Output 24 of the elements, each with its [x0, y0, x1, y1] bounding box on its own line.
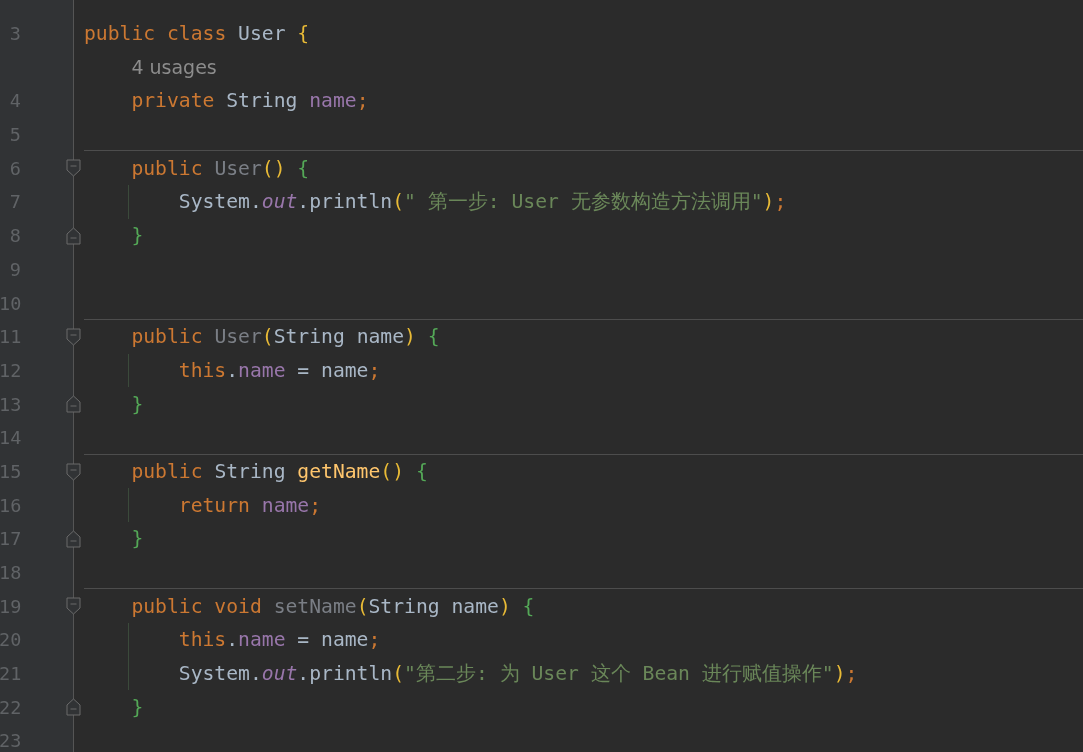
code-line: } [131, 392, 144, 416]
fold-icon[interactable] [66, 462, 81, 481]
fold-icon[interactable] [66, 530, 81, 548]
code-line: System.out.println(" 第一步: User 无参数构造方法调用"); [178, 189, 787, 216]
code-line: public void setName(String name) { [131, 594, 535, 618]
fold-icon[interactable] [66, 159, 81, 178]
code-line: public String getName() { [131, 459, 428, 483]
code-line: this.name = name; [178, 358, 381, 382]
code-line: public User(String name) { [131, 325, 440, 349]
code-line: } [131, 695, 144, 719]
code-line: return name; [178, 493, 322, 517]
usages-hint[interactable]: 4 usages [131, 56, 217, 79]
fold-icon[interactable] [66, 698, 81, 717]
code-line: public class User { [84, 22, 310, 46]
fold-icon[interactable] [66, 327, 81, 346]
fold-icon[interactable] [66, 226, 81, 245]
code-line: } [131, 527, 144, 551]
code-line: } [131, 224, 144, 248]
fold-icon[interactable] [66, 395, 81, 414]
code-line: private String name; [131, 89, 369, 113]
code-line: System.out.println("第二步: 为 User 这个 Bean 进行赋值操作"); [178, 661, 858, 688]
code-line: public User() { [131, 156, 310, 180]
code-line: this.name = name; [178, 628, 381, 652]
fold-icon[interactable] [66, 597, 81, 616]
